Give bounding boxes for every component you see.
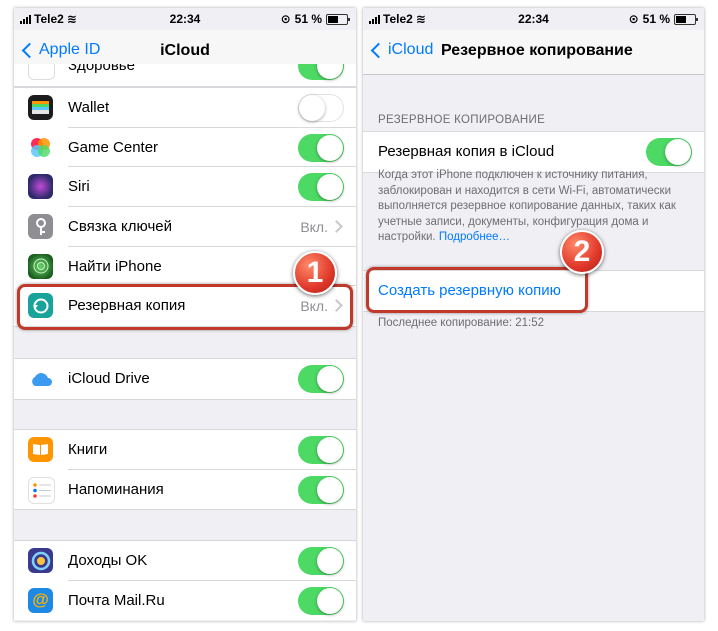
game-center-icon (28, 134, 53, 160)
reminders-icon (28, 476, 55, 504)
health-icon (28, 64, 55, 80)
row-books[interactable]: Книги (14, 430, 356, 470)
orientation-lock-icon: ⊙ (280, 12, 291, 26)
row-wallet[interactable]: Wallet (14, 88, 356, 128)
step-badge-2: 2 (560, 230, 604, 274)
chevron-right-icon (330, 220, 343, 233)
create-backup-highlight (366, 267, 588, 313)
settings-group-drive: iCloud Drive (14, 358, 356, 400)
section-header: РЕЗЕРВНОЕ КОПИРОВАНИЕ (378, 114, 546, 126)
wallet-icon (28, 95, 53, 120)
books-toggle[interactable] (298, 436, 344, 464)
siri-toggle[interactable] (298, 173, 344, 202)
row-dohody[interactable]: Доходы OK (14, 541, 356, 581)
key-icon (28, 214, 53, 240)
row-icloud-backup[interactable]: Резервная копия в iCloud (363, 132, 704, 172)
backup-description: Когда этот iPhone подключен к источнику … (378, 168, 682, 246)
learn-more-link[interactable]: Подробнее… (439, 231, 510, 243)
navigation-bar: iCloud Резервное копирование (363, 30, 704, 75)
row-label: Напоминания (68, 480, 164, 498)
row-label: Wallet (68, 99, 110, 116)
battery-percent: 51 % (642, 12, 670, 26)
settings-group-books: Книги Напоминания (14, 429, 356, 511)
row-mailru[interactable]: @ Почта Mail.Ru (14, 581, 356, 621)
wallet-toggle[interactable] (298, 94, 344, 122)
left-screen: Tele2 ≋ 22:34 ⊙ 51 % Apple ID iCloud Здо… (14, 8, 356, 621)
row-label: Найти iPhone (68, 257, 162, 275)
icloud-icon (28, 366, 53, 391)
row-label: Здоровье (68, 64, 135, 74)
row-label: Почта Mail.Ru (68, 591, 165, 609)
row-keychain[interactable]: Связка ключей Вкл. (14, 207, 356, 247)
backup-toggle-group: Резервная копия в iCloud (363, 131, 704, 173)
icloud-backup-toggle[interactable] (646, 138, 692, 166)
settings-group-partial: Здоровье (14, 64, 356, 87)
row-label: iCloud Drive (68, 370, 150, 387)
status-bar: Tele2 ≋ 22:34 ⊙ 51 % (14, 8, 356, 30)
icloud-drive-toggle[interactable] (298, 365, 344, 393)
right-screen: Tele2 ≋ 22:34 ⊙ 51 % iCloud Резервное ко… (363, 8, 704, 621)
row-siri[interactable]: Siri (14, 167, 356, 208)
row-game-center[interactable]: Game Center (14, 128, 356, 168)
siri-icon (28, 174, 53, 200)
step-badge-1: 1 (293, 251, 337, 295)
battery-percent: 51 % (294, 12, 322, 26)
find-iphone-icon (28, 253, 53, 279)
mailru-toggle[interactable] (298, 586, 344, 615)
back-button[interactable]: iCloud (369, 41, 433, 59)
mailru-icon: @ (28, 587, 53, 613)
row-label: Резервная копия в iCloud (378, 143, 555, 160)
dohody-toggle[interactable] (298, 547, 344, 575)
row-label: Game Center (68, 138, 159, 156)
dohody-icon (28, 548, 53, 573)
settings-group-third-party: Доходы OK @ Почта Mail.Ru (14, 540, 356, 621)
description-text: Когда этот iPhone подключен к источнику … (378, 169, 676, 243)
row-reminders[interactable]: Напоминания (14, 470, 356, 510)
row-label: Siri (68, 178, 90, 196)
row-icloud-drive[interactable]: iCloud Drive (14, 359, 356, 399)
page-title: iCloud (160, 42, 210, 59)
last-backup-time: Последнее копирование: 21:52 (378, 317, 545, 329)
orientation-lock-icon: ⊙ (628, 12, 639, 26)
page-title: Резервное копирование (441, 42, 633, 59)
game-center-toggle[interactable] (298, 133, 344, 162)
status-bar: Tele2 ≋ 22:34 ⊙ 51 % (363, 8, 704, 30)
row-label: Книги (68, 441, 108, 458)
row-value: Вкл. (300, 219, 328, 236)
battery-icon (674, 13, 698, 25)
books-icon (28, 437, 53, 462)
reminders-toggle[interactable] (298, 475, 344, 504)
row-label: Связка ключей (68, 218, 172, 236)
row-label: Доходы OK (68, 552, 148, 569)
list-item[interactable]: Здоровье (14, 64, 356, 86)
chevron-left-icon (370, 42, 387, 58)
battery-icon (326, 13, 350, 25)
back-label: iCloud (388, 41, 434, 58)
toggle-switch[interactable] (298, 64, 344, 80)
